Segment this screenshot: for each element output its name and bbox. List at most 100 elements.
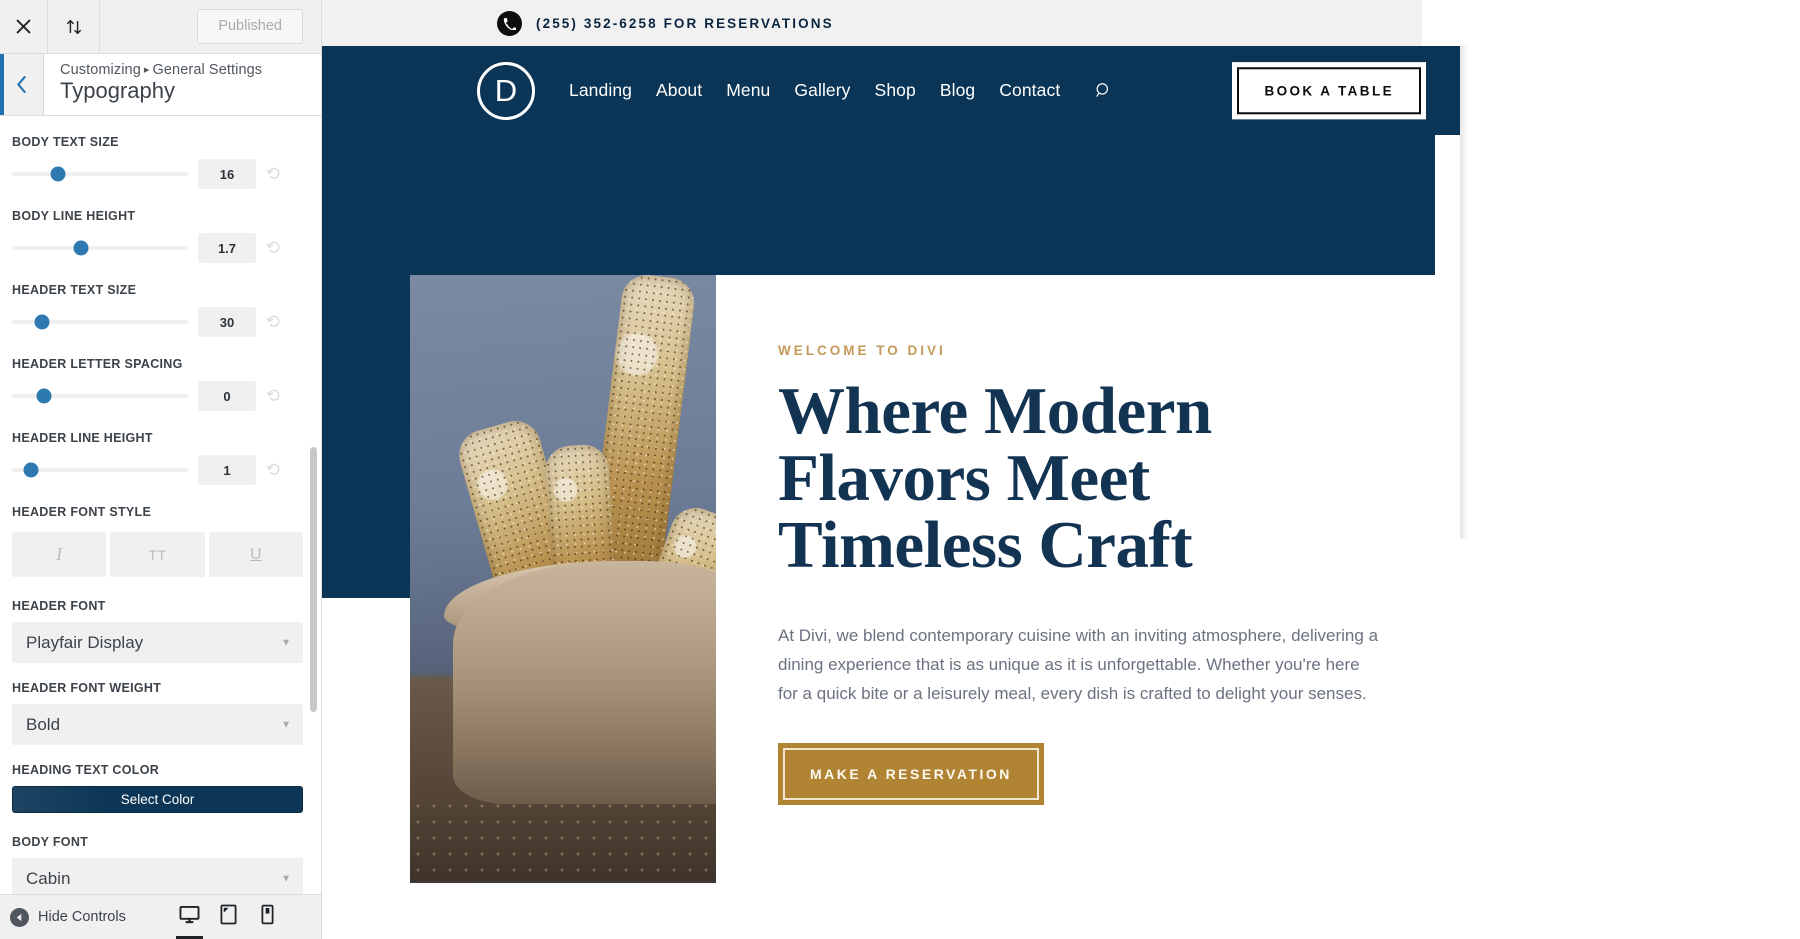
- make-a-reservation-button[interactable]: MAKE A RESERVATION: [778, 742, 1044, 805]
- slider-track[interactable]: [12, 388, 188, 404]
- hero-paragraph: At Divi, we blend contemporary cuisine w…: [778, 626, 1379, 704]
- book-a-table-label: BOOK A TABLE: [1264, 82, 1394, 98]
- header-font-weight-value: Bold: [26, 714, 61, 734]
- logo-letter: D: [494, 73, 518, 108]
- underline-button[interactable]: U: [208, 532, 303, 577]
- hero-card: WELCOME TO DIVI Where Modern Flavors Mee…: [410, 275, 1442, 883]
- header-font-weight-select[interactable]: Bold ▼: [12, 704, 303, 745]
- control-body-font: BODY FONT Cabin ▼: [12, 835, 303, 894]
- chevron-down-icon: ▼: [281, 719, 291, 730]
- nav-link-about[interactable]: About: [656, 80, 702, 101]
- body-font-select[interactable]: Cabin ▼: [12, 858, 303, 894]
- control-label: BODY LINE HEIGHT: [12, 209, 136, 223]
- control-label: HEADER LINE HEIGHT: [12, 431, 153, 445]
- control-header-font-style: HEADER FONT STYLE I TT U: [12, 505, 303, 577]
- hide-controls-button[interactable]: Hide Controls: [10, 907, 126, 927]
- reset-icon[interactable]: [260, 462, 288, 478]
- control-label: HEADING TEXT COLOR: [12, 763, 160, 777]
- slider-thumb[interactable]: [73, 240, 89, 256]
- slider-thumb[interactable]: [23, 462, 39, 478]
- nav-links: Landing About Menu Gallery Shop Blog Con…: [569, 80, 1113, 101]
- control-label: HEADER TEXT SIZE: [12, 283, 137, 297]
- customizer-panel-header: Customizing ▸ General Settings Typography: [0, 54, 321, 116]
- control-label: HEADER FONT STYLE: [12, 505, 152, 519]
- book-a-table-button[interactable]: BOOK A TABLE: [1232, 61, 1426, 120]
- control-header-line-height: HEADER LINE HEIGHT 1: [12, 431, 303, 485]
- slider-thumb[interactable]: [34, 314, 50, 330]
- reset-icon[interactable]: [260, 240, 288, 256]
- tablet-preview-button[interactable]: [209, 895, 248, 939]
- mobile-preview-button[interactable]: [248, 895, 287, 939]
- slider-track[interactable]: [12, 314, 188, 330]
- nav-link-contact[interactable]: Contact: [999, 80, 1060, 101]
- nav-link-blog[interactable]: Blog: [940, 80, 975, 101]
- control-header-text-size: HEADER TEXT SIZE 30: [12, 283, 303, 337]
- make-a-reservation-label: MAKE A RESERVATION: [810, 765, 1012, 782]
- header-font-select[interactable]: Playfair Display ▼: [12, 622, 303, 663]
- slider-thumb[interactable]: [36, 388, 52, 404]
- site-navigation: D Landing About Menu Gallery Shop Blog C…: [322, 46, 1460, 135]
- chevron-left-circle-icon: [10, 907, 29, 927]
- nav-link-gallery[interactable]: Gallery: [794, 80, 850, 101]
- slider-track[interactable]: [12, 462, 188, 478]
- control-label: BODY FONT: [12, 835, 89, 849]
- breadcrumb: Customizing ▸ General Settings: [60, 62, 321, 78]
- nav-link-menu[interactable]: Menu: [726, 80, 770, 101]
- sidebar-scrollbar[interactable]: [310, 447, 317, 712]
- control-body-text-size: BODY TEXT SIZE 16: [12, 135, 303, 189]
- sort-updown-icon[interactable]: [48, 0, 100, 53]
- slider-thumb[interactable]: [50, 166, 66, 182]
- hero-eyebrow: WELCOME TO DIVI: [778, 343, 946, 358]
- published-button[interactable]: Published: [197, 9, 303, 44]
- customizer-footer: Hide Controls: [0, 894, 321, 939]
- desktop-preview-button[interactable]: [170, 895, 209, 939]
- value-input[interactable]: 16: [198, 159, 256, 189]
- header-font-value: Playfair Display: [26, 632, 144, 652]
- breadcrumb-separator: ▸: [143, 64, 150, 76]
- nav-link-landing[interactable]: Landing: [569, 80, 632, 101]
- control-header-letter-spacing: HEADER LETTER SPACING 0: [12, 357, 303, 411]
- phone-icon: [497, 10, 522, 36]
- italic-button[interactable]: I: [12, 532, 107, 577]
- reservations-phone-text: (255) 352-6258 FOR RESERVATIONS: [536, 15, 834, 31]
- uppercase-button[interactable]: TT: [110, 532, 205, 577]
- control-heading-text-color: HEADING TEXT COLOR Select Color: [12, 763, 303, 813]
- hide-controls-label: Hide Controls: [38, 909, 126, 925]
- nav-link-shop[interactable]: Shop: [875, 80, 916, 101]
- customizer-controls-list: BODY TEXT SIZE 16 BODY LINE HEIGHT 1.7 H…: [0, 117, 321, 894]
- breadcrumb-parent[interactable]: General Settings: [153, 62, 263, 78]
- control-header-font: HEADER FONT Playfair Display ▼: [12, 599, 303, 663]
- value-input[interactable]: 1: [198, 455, 256, 485]
- slider-track[interactable]: [12, 166, 188, 182]
- customizer-sidebar: Published Customizing ▸ General Settings T…: [0, 0, 322, 939]
- breadcrumb-root[interactable]: Customizing: [60, 62, 141, 78]
- close-icon[interactable]: [0, 0, 48, 53]
- reset-icon[interactable]: [260, 388, 288, 404]
- customizer-screen: (255) 352-6258 FOR RESERVATIONS D Landin…: [0, 0, 1800, 939]
- page-title: Typography: [60, 78, 175, 103]
- slider-track[interactable]: [12, 240, 188, 256]
- hero-text-column: WELCOME TO DIVI Where Modern Flavors Mee…: [716, 275, 1442, 883]
- value-input[interactable]: 30: [198, 307, 256, 337]
- chevron-down-icon: ▼: [281, 873, 291, 884]
- control-header-font-weight: HEADER FONT WEIGHT Bold ▼: [12, 681, 303, 745]
- customizer-topbar: Published: [0, 0, 321, 54]
- site-topbar: (255) 352-6258 FOR RESERVATIONS: [322, 0, 1422, 46]
- control-label: BODY TEXT SIZE: [12, 135, 119, 149]
- hero-section: WELCOME TO DIVI Where Modern Flavors Mee…: [322, 135, 1800, 883]
- control-body-line-height: BODY LINE HEIGHT 1.7: [12, 209, 303, 263]
- hero-food-photo: [410, 275, 716, 883]
- reset-icon[interactable]: [260, 166, 288, 182]
- value-input[interactable]: 1.7: [198, 233, 256, 263]
- control-label: HEADER FONT: [12, 599, 106, 613]
- chevron-down-icon: ▼: [281, 637, 291, 648]
- body-font-value: Cabin: [26, 868, 71, 888]
- value-input[interactable]: 0: [198, 381, 256, 411]
- hero-heading: Where Modern Flavors Meet Timeless Craft: [778, 374, 1212, 582]
- chevron-left-icon[interactable]: [0, 54, 44, 115]
- select-color-button[interactable]: Select Color: [12, 786, 303, 813]
- site-logo[interactable]: D: [477, 61, 535, 120]
- reset-icon[interactable]: [260, 314, 288, 330]
- site-preview-frame: (255) 352-6258 FOR RESERVATIONS D Landin…: [322, 0, 1800, 939]
- search-icon[interactable]: [1094, 81, 1113, 100]
